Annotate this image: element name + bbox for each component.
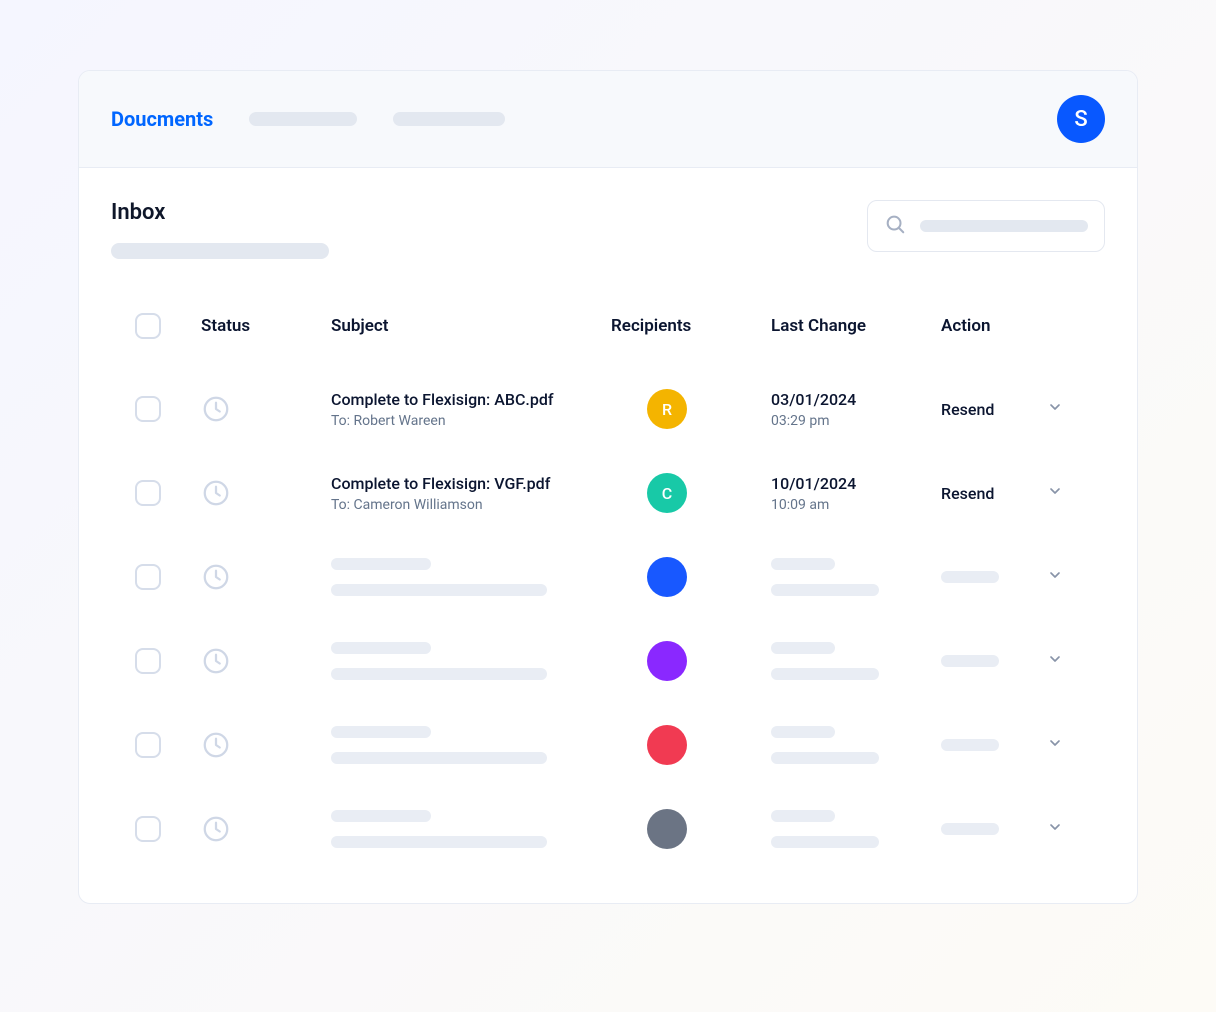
chevron-down-icon bbox=[1047, 567, 1063, 587]
content-area: Inbox Status Subject Rec bbox=[79, 168, 1137, 903]
search-icon bbox=[884, 213, 906, 239]
subject-placeholder bbox=[331, 584, 547, 596]
table-row bbox=[111, 787, 1105, 871]
subtitle-placeholder bbox=[111, 243, 329, 259]
app-header: Doucments S bbox=[79, 71, 1137, 168]
subject-recipient: To: Cameron Williamson bbox=[331, 497, 611, 513]
chevron-down-icon bbox=[1047, 819, 1063, 839]
recipient-avatar[interactable]: R bbox=[647, 389, 687, 429]
table-header-row: Status Subject Recipients Last Change Ac… bbox=[111, 299, 1105, 367]
clock-icon bbox=[201, 814, 331, 844]
last-change-date: 10/01/2024 bbox=[771, 474, 941, 493]
subject-placeholder bbox=[331, 558, 431, 570]
user-avatar[interactable]: S bbox=[1057, 95, 1105, 143]
recipient-avatar[interactable] bbox=[647, 641, 687, 681]
row-checkbox[interactable] bbox=[135, 732, 161, 758]
table-row: Complete to Flexisign: ABC.pdf To: Rober… bbox=[111, 367, 1105, 451]
header-tab-placeholder[interactable] bbox=[249, 112, 357, 126]
clock-icon bbox=[201, 562, 331, 592]
recipient-avatar[interactable] bbox=[647, 725, 687, 765]
action-placeholder bbox=[941, 823, 999, 835]
header-tab-documents[interactable]: Doucments bbox=[111, 107, 213, 131]
subject-recipient: To: Robert Wareen bbox=[331, 413, 611, 429]
table-row bbox=[111, 535, 1105, 619]
action-dropdown[interactable] bbox=[941, 567, 1071, 587]
action-placeholder bbox=[941, 655, 999, 667]
last-change-date: 03/01/2024 bbox=[771, 390, 941, 409]
date-placeholder bbox=[771, 752, 879, 764]
clock-icon bbox=[201, 394, 331, 424]
last-change-time: 10:09 am bbox=[771, 497, 941, 513]
recipient-avatar[interactable]: C bbox=[647, 473, 687, 513]
subject-placeholder bbox=[331, 752, 547, 764]
subject-title: Complete to Flexisign: VGF.pdf bbox=[331, 474, 611, 493]
search-input[interactable] bbox=[867, 200, 1105, 252]
page-title: Inbox bbox=[111, 200, 329, 225]
action-placeholder bbox=[941, 739, 999, 751]
row-checkbox[interactable] bbox=[135, 564, 161, 590]
subject-placeholder bbox=[331, 810, 431, 822]
chevron-down-icon bbox=[1047, 651, 1063, 671]
last-change-time: 03:29 pm bbox=[771, 413, 941, 429]
action-dropdown[interactable] bbox=[941, 651, 1071, 671]
documents-table: Status Subject Recipients Last Change Ac… bbox=[111, 299, 1105, 871]
recipient-avatar[interactable] bbox=[647, 809, 687, 849]
action-label: Resend bbox=[941, 484, 994, 503]
action-dropdown[interactable]: Resend bbox=[941, 483, 1071, 503]
clock-icon bbox=[201, 478, 331, 508]
chevron-down-icon bbox=[1047, 483, 1063, 503]
clock-icon bbox=[201, 730, 331, 760]
date-placeholder bbox=[771, 642, 835, 654]
date-placeholder bbox=[771, 726, 835, 738]
select-all-checkbox[interactable] bbox=[135, 313, 161, 339]
action-placeholder bbox=[941, 571, 999, 583]
subject-title: Complete to Flexisign: ABC.pdf bbox=[331, 390, 611, 409]
subject-placeholder bbox=[331, 836, 547, 848]
row-checkbox[interactable] bbox=[135, 816, 161, 842]
column-subject: Subject bbox=[331, 316, 611, 336]
action-dropdown[interactable] bbox=[941, 735, 1071, 755]
subject-placeholder bbox=[331, 642, 431, 654]
column-action: Action bbox=[941, 316, 1071, 336]
clock-icon bbox=[201, 646, 331, 676]
subject-placeholder bbox=[331, 668, 547, 680]
date-placeholder bbox=[771, 584, 879, 596]
date-placeholder bbox=[771, 668, 879, 680]
recipient-avatar[interactable] bbox=[647, 557, 687, 597]
table-row bbox=[111, 703, 1105, 787]
table-row bbox=[111, 619, 1105, 703]
chevron-down-icon bbox=[1047, 735, 1063, 755]
action-dropdown[interactable]: Resend bbox=[941, 399, 1071, 419]
app-card: Doucments S Inbox bbox=[78, 70, 1138, 904]
subject-placeholder bbox=[331, 726, 431, 738]
column-status: Status bbox=[201, 316, 331, 336]
column-last-change: Last Change bbox=[771, 316, 941, 336]
table-row: Complete to Flexisign: VGF.pdf To: Camer… bbox=[111, 451, 1105, 535]
date-placeholder bbox=[771, 836, 879, 848]
row-checkbox[interactable] bbox=[135, 480, 161, 506]
chevron-down-icon bbox=[1047, 399, 1063, 419]
action-dropdown[interactable] bbox=[941, 819, 1071, 839]
header-tab-placeholder[interactable] bbox=[393, 112, 505, 126]
row-checkbox[interactable] bbox=[135, 396, 161, 422]
action-label: Resend bbox=[941, 400, 994, 419]
date-placeholder bbox=[771, 558, 835, 570]
search-placeholder bbox=[920, 220, 1088, 232]
row-checkbox[interactable] bbox=[135, 648, 161, 674]
date-placeholder bbox=[771, 810, 835, 822]
column-recipients: Recipients bbox=[611, 316, 771, 336]
